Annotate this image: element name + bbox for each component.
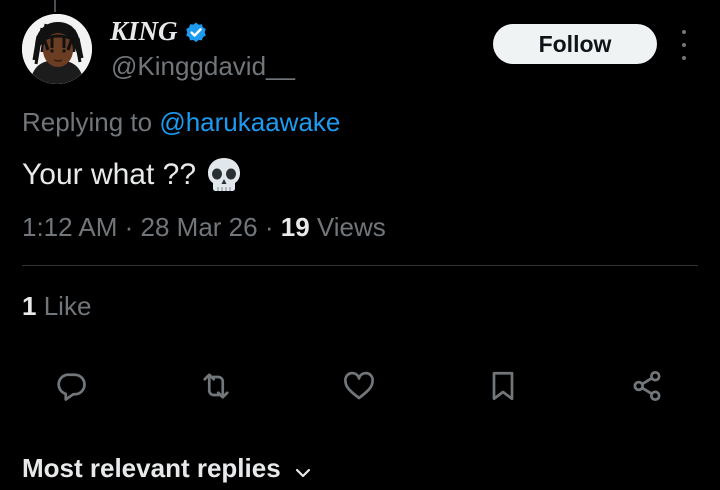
- reply-button[interactable]: [51, 366, 91, 406]
- likes-count: 1: [22, 291, 37, 321]
- repost-button[interactable]: [196, 366, 236, 406]
- replies-sort-dropdown[interactable]: Most relevant replies: [22, 452, 313, 484]
- bookmark-icon: [492, 371, 514, 401]
- repost-icon: [203, 373, 229, 399]
- skull-icon: [206, 156, 242, 194]
- like-button[interactable]: [339, 366, 379, 406]
- tweet-text-content: Your what ??: [22, 158, 197, 191]
- avatar[interactable]: [22, 14, 92, 84]
- follow-button[interactable]: Follow: [493, 24, 657, 64]
- reply-icon: [57, 373, 86, 401]
- share-icon: [633, 371, 661, 401]
- tweet-time[interactable]: 1:12 AM: [22, 212, 117, 242]
- meta-separator: ·: [264, 212, 281, 242]
- tweet-date[interactable]: 28 Mar 26: [141, 212, 258, 242]
- display-name-text: KING: [110, 16, 178, 46]
- thread-connector-line: [54, 0, 56, 12]
- replying-to-line: Replying to @harukaawake: [22, 106, 340, 138]
- author-display-name[interactable]: KING: [110, 14, 208, 48]
- tweet-meta: 1:12 AM · 28 Mar 26 · 19 Views: [22, 211, 386, 243]
- chevron-down-icon: [293, 458, 313, 478]
- views-label: Views: [316, 212, 386, 242]
- likes-label: Like: [43, 291, 92, 321]
- replying-to-mention[interactable]: @harukaawake: [159, 107, 340, 137]
- avatar-image: [22, 14, 92, 84]
- views-count: 19: [280, 212, 310, 242]
- more-vertical-icon[interactable]: [672, 30, 696, 60]
- tweet-text: Your what ??: [22, 156, 242, 194]
- heart-icon: [344, 371, 374, 400]
- bookmark-button[interactable]: [483, 366, 523, 406]
- likes-summary[interactable]: 1 Like: [22, 290, 91, 322]
- divider: [22, 265, 698, 266]
- replies-sort-label: Most relevant replies: [22, 453, 281, 483]
- share-button[interactable]: [627, 366, 667, 406]
- meta-separator: ·: [124, 212, 141, 242]
- author-handle[interactable]: @Kinggdavid__: [111, 50, 295, 82]
- replying-to-prefix: Replying to: [22, 107, 153, 137]
- verified-badge-icon[interactable]: [184, 19, 208, 43]
